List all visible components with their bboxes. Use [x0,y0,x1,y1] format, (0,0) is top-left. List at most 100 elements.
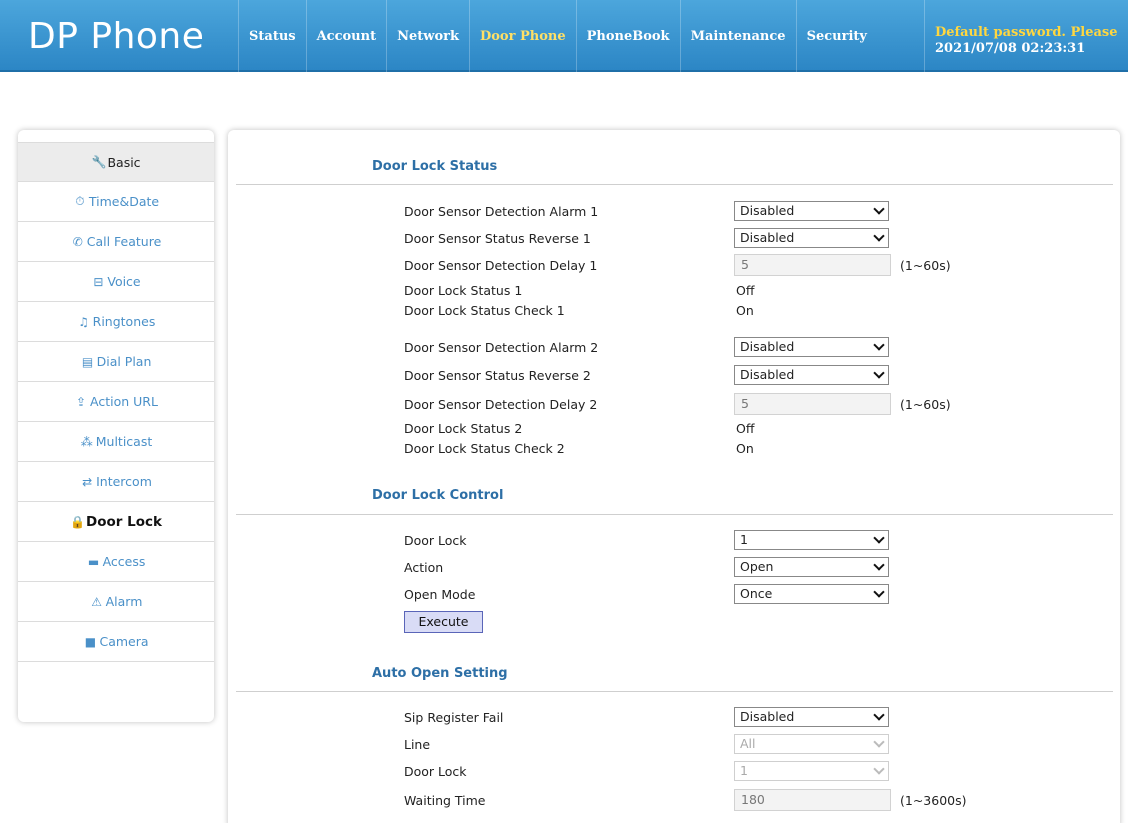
sidebar-item-time-date[interactable]: ⏱ Time&Date [18,182,214,222]
upload-icon: ⇪ [76,394,87,409]
sidebar-item-access[interactable]: ▬ Access [18,542,214,582]
nav-network[interactable]: Network [386,0,469,72]
section-title-door-lock-status: Door Lock Status [372,159,498,174]
section-divider [236,514,1113,515]
chevron-down-icon [873,763,885,775]
open-mode-select[interactable]: Once [734,584,889,604]
sidebar-item-label: Alarm [105,594,143,609]
delay-1-input[interactable]: 5 [734,254,891,276]
status-2-label: Door Lock Status 2 [404,421,523,436]
line-label: Line [404,737,431,752]
chevron-down-icon [873,367,885,379]
sidebar-item-label: Call Feature [86,234,162,249]
header-status: Default password. Please 2021/07/08 02:2… [924,0,1128,72]
nav-account[interactable]: Account [305,0,387,72]
alarm-2-value: Disabled [740,339,795,354]
sidebar-item-ringtones[interactable]: ♫ Ringtones [18,302,214,342]
sip-register-fail-value: Disabled [740,709,795,724]
sidebar-item-camera[interactable]: ■ Camera [18,622,214,662]
line-select: All [734,734,889,754]
chevron-down-icon [873,559,885,571]
open-mode-value: Once [740,586,773,601]
alarm-2-select[interactable]: Disabled [734,337,889,357]
sidebar-item-label: Action URL [90,394,158,409]
sidebar-item-label: Camera [99,634,149,649]
sidebar-item-intercom[interactable]: ⇄ Intercom [18,462,214,502]
auto-door-lock-select: 1 [734,761,889,781]
sidebar-item-voice[interactable]: ⊟ Voice [18,262,214,302]
sidebar-item-call-feature[interactable]: ✆ Call Feature [18,222,214,262]
action-label: Action [404,560,444,575]
waiting-time-range-hint: (1~3600s) [900,793,967,808]
sidebar-item-label: Time&Date [88,194,160,209]
clock-icon: ⏱ [75,194,85,208]
reverse-1-select[interactable]: Disabled [734,228,889,248]
chevron-down-icon [873,532,885,544]
section-divider [236,184,1113,185]
sidebar-item-label: Dial Plan [96,354,152,369]
sidebar-item-multicast[interactable]: ⁂ Multicast [18,422,214,462]
default-password-warning[interactable]: Default password. Please [935,25,1128,41]
door-lock-select[interactable]: 1 [734,530,889,550]
sidebar-item-basic[interactable]: 🔧 Basic [18,142,214,182]
sidebar-item-label: Access [102,554,146,569]
voice-icon: ⊟ [93,274,104,289]
card-icon: ▬ [87,554,100,569]
sidebar-item-label: Basic [107,154,141,170]
sidebar-item-dial-plan[interactable]: ▤ Dial Plan [18,342,214,382]
check-1-value: On [736,303,754,318]
action-select[interactable]: Open [734,557,889,577]
open-mode-label: Open Mode [404,587,476,602]
lock-icon: 🔒 [70,514,85,529]
nav-maintenance[interactable]: Maintenance [679,0,796,72]
status-2-value: Off [736,421,755,436]
check-2-value: On [736,441,754,456]
sip-register-fail-label: Sip Register Fail [404,710,504,725]
status-1-value: Off [736,283,755,298]
alarm-1-label: Door Sensor Detection Alarm 1 [404,204,599,219]
chevron-down-icon [873,586,885,598]
sidebar-item-door-lock[interactable]: 🔒 Door Lock [18,502,214,542]
sidebar-item-label: Ringtones [92,314,156,329]
dialplan-icon: ▤ [81,354,94,369]
nav-phonebook[interactable]: PhoneBook [575,0,680,72]
delay-2-label: Door Sensor Detection Delay 2 [404,397,598,412]
auto-door-lock-label: Door Lock [404,764,467,779]
top-header: DP Phone Status Account Network Door Pho… [0,0,1128,72]
nav-door-phone[interactable]: Door Phone [468,0,576,72]
auto-door-lock-value: 1 [740,763,748,778]
nav-security[interactable]: Security [795,0,877,72]
reverse-1-value: Disabled [740,230,795,245]
sip-register-fail-select[interactable]: Disabled [734,707,889,727]
multicast-icon: ⁂ [80,434,93,449]
alarm-1-select[interactable]: Disabled [734,201,889,221]
reverse-2-value: Disabled [740,367,795,382]
sidebar-item-alarm[interactable]: ⚠ Alarm [18,582,214,622]
app-logo: DP Phone [28,16,205,57]
delay-1-label: Door Sensor Detection Delay 1 [404,258,598,273]
phone-icon: ✆ [72,234,83,249]
action-value: Open [740,559,774,574]
waiting-time-input[interactable]: 180 [734,789,891,811]
section-title-door-lock-control: Door Lock Control [372,488,504,503]
door-lock-value: 1 [740,532,748,547]
execute-button[interactable]: Execute [404,611,483,633]
sidebar-item-action-url[interactable]: ⇪ Action URL [18,382,214,422]
nav-status[interactable]: Status [238,0,306,72]
main-nav: Status Account Network Door Phone PhoneB… [238,0,877,72]
warning-icon: ⚠ [91,594,102,609]
sidebar-item-label: Intercom [96,474,152,489]
alarm-2-label: Door Sensor Detection Alarm 2 [404,340,599,355]
chevron-down-icon [873,230,885,242]
reverse-1-label: Door Sensor Status Reverse 1 [404,231,591,246]
section-divider [236,691,1113,692]
delay-2-input[interactable]: 5 [734,393,891,415]
door-lock-label: Door Lock [404,533,467,548]
system-datetime: 2021/07/08 02:23:31 [935,41,1086,56]
sidebar-item-label: Door Lock [86,513,162,530]
delay-1-range-hint: (1~60s) [900,258,951,273]
bell-icon: ♫ [78,314,90,329]
sidebar-item-label: Voice [107,274,141,289]
section-title-auto-open-setting: Auto Open Setting [372,666,508,681]
reverse-2-select[interactable]: Disabled [734,365,889,385]
